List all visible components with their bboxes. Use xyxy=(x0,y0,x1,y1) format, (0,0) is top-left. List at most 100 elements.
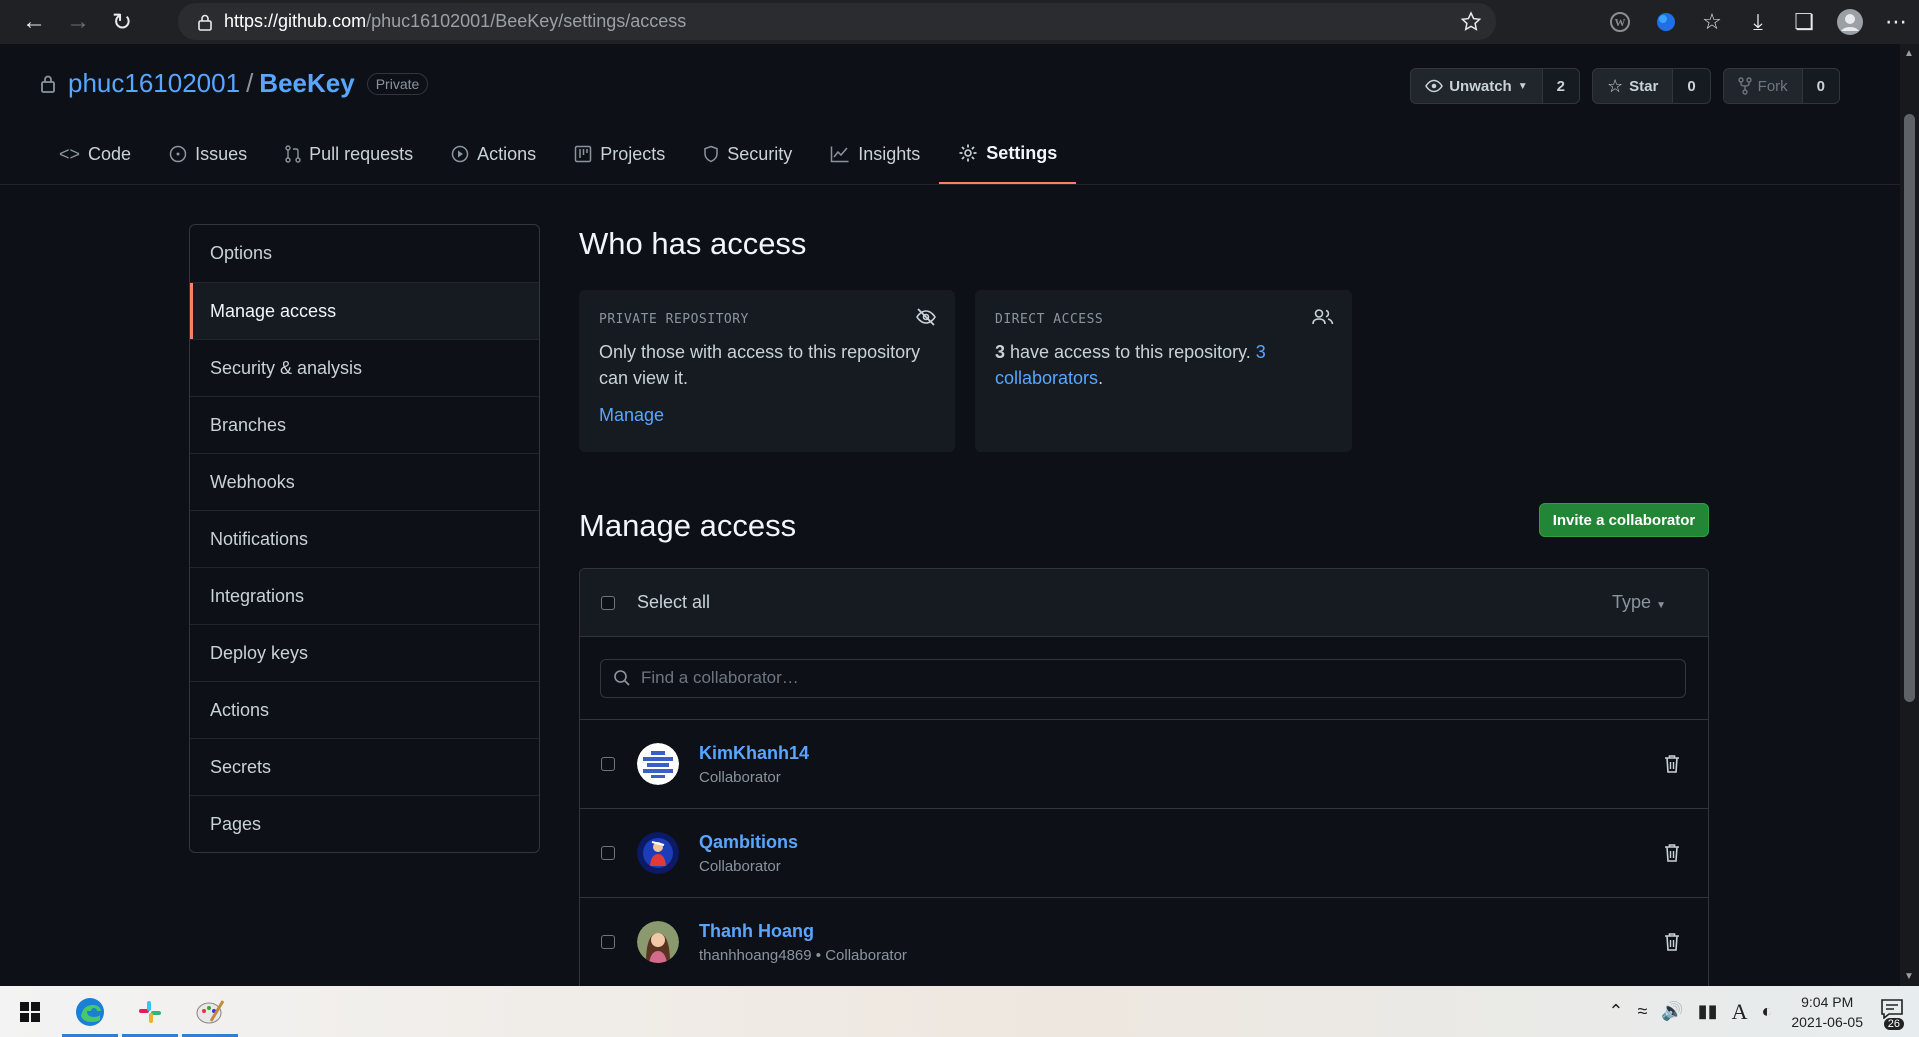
tab-security[interactable]: Security xyxy=(684,124,811,184)
scroll-thumb[interactable] xyxy=(1904,114,1915,702)
battery-icon[interactable]: ▮▮ xyxy=(1698,1001,1718,1022)
access-text: have access to this repository. xyxy=(1005,342,1256,362)
collaborator-role: thanhhoang4869 • Collaborator xyxy=(699,946,907,964)
downloads-icon[interactable]: ⤓ xyxy=(1735,0,1781,44)
repo-separator: / xyxy=(246,68,254,98)
watch-count[interactable]: 2 xyxy=(1541,69,1579,103)
collaborator-name-link[interactable]: KimKhanh14 xyxy=(699,743,809,764)
trash-icon[interactable] xyxy=(1664,843,1680,863)
star-count[interactable]: 0 xyxy=(1672,69,1710,103)
scroll-up-icon[interactable]: ▲ xyxy=(1904,48,1914,59)
invite-collaborator-button[interactable]: Invite a collaborator xyxy=(1539,503,1709,537)
card-label: DIRECT ACCESS xyxy=(995,312,1104,327)
star-label: Star xyxy=(1629,77,1659,95)
fork-button[interactable]: Fork xyxy=(1724,69,1802,103)
collections-icon[interactable]: ❏ xyxy=(1781,0,1827,44)
taskbar-paint[interactable] xyxy=(180,986,240,1037)
avatar[interactable] xyxy=(637,832,679,874)
manage-link[interactable]: Manage xyxy=(599,405,935,426)
search-icon xyxy=(614,670,630,686)
tab-insights[interactable]: Insights xyxy=(811,124,939,184)
repo-name-link[interactable]: BeeKey xyxy=(259,68,354,99)
notification-center-button[interactable]: 26 xyxy=(1881,999,1904,1030)
find-collaborator-input[interactable] xyxy=(639,667,1643,689)
wordpress-extension-icon[interactable]: W xyxy=(1597,0,1643,44)
find-collaborator-field[interactable] xyxy=(600,658,1686,698)
back-icon[interactable]: ← xyxy=(12,0,56,44)
sidebar-item-deploy-keys[interactable]: Deploy keys xyxy=(190,624,539,681)
collaborator-info: KimKhanh14 Collaborator xyxy=(699,743,809,786)
select-all-checkbox[interactable] xyxy=(601,595,615,610)
taskbar-slack[interactable] xyxy=(120,986,180,1037)
edge-icon xyxy=(76,997,104,1026)
add-favorite-icon[interactable] xyxy=(1460,11,1482,33)
sidebar-item-actions[interactable]: Actions xyxy=(190,681,539,738)
ime-indicator[interactable]: A xyxy=(1732,999,1748,1025)
forward-icon[interactable]: → xyxy=(56,0,100,44)
sidebar-item-notifications[interactable]: Notifications xyxy=(190,510,539,567)
page-scrollbar[interactable]: ▲ ▼ xyxy=(1900,44,1919,986)
fork-label: Fork xyxy=(1757,77,1788,95)
sidebar-item-webhooks[interactable]: Webhooks xyxy=(190,453,539,510)
address-bar[interactable]: https://github.com/phuc16102001/BeeKey/s… xyxy=(178,3,1496,40)
sidebar-item-secrets[interactable]: Secrets xyxy=(190,738,539,795)
chevron-up-icon[interactable]: ⌃ xyxy=(1608,1001,1623,1022)
sidebar-item-integrations[interactable]: Integrations xyxy=(190,567,539,624)
lock-icon xyxy=(41,75,55,93)
sidebar-item-security-analysis[interactable]: Security & analysis xyxy=(190,339,539,396)
tab-issues[interactable]: Issues xyxy=(150,124,266,184)
tab-label: Actions xyxy=(477,143,537,164)
profile-avatar[interactable] xyxy=(1827,0,1873,44)
sidebar-item-pages[interactable]: Pages xyxy=(190,795,539,852)
card-label: PRIVATE REPOSITORY xyxy=(599,312,749,327)
windows-icon xyxy=(20,1001,40,1022)
avatar[interactable] xyxy=(637,921,679,963)
collaborator-info: Thanh Hoang thanhhoang4869 • Collaborato… xyxy=(699,921,907,964)
collaborator-checkbox[interactable] xyxy=(601,757,615,771)
trash-icon[interactable] xyxy=(1664,932,1680,952)
who-has-access-heading: Who has access xyxy=(579,226,807,261)
manage-access-heading: Manage access xyxy=(579,508,797,543)
fork-button-group: Fork 0 xyxy=(1722,68,1840,104)
repo-owner-link[interactable]: phuc16102001 xyxy=(68,68,240,99)
globe-extension-icon[interactable] xyxy=(1643,0,1689,44)
code-icon: <> xyxy=(59,143,81,164)
unwatch-button[interactable]: Unwatch ▼ xyxy=(1411,69,1541,103)
tab-projects[interactable]: Projects xyxy=(555,124,684,184)
more-menu-icon[interactable]: ⋯ xyxy=(1873,0,1919,44)
sidebar-item-branches[interactable]: Branches xyxy=(190,396,539,453)
select-all-label[interactable]: Select all xyxy=(637,592,710,613)
taskbar-edge[interactable] xyxy=(60,986,120,1037)
collaborator-checkbox[interactable] xyxy=(601,935,615,949)
sidebar-item-options[interactable]: Options xyxy=(190,225,539,282)
tab-label: Code xyxy=(88,143,132,164)
night-mode-icon[interactable]: ◐ xyxy=(1762,1001,1773,1022)
collaborator-name-link[interactable]: Qambitions xyxy=(699,832,798,853)
tab-code[interactable]: <> Code xyxy=(40,124,150,184)
favorites-icon[interactable]: ☆ xyxy=(1689,0,1735,44)
repo-header: phuc16102001 / BeeKey Private Unwatch ▼ … xyxy=(0,44,1900,185)
wifi-icon[interactable]: ≈ xyxy=(1637,1001,1647,1022)
fork-count[interactable]: 0 xyxy=(1801,69,1839,103)
collaborator-info: Qambitions Collaborator xyxy=(699,832,798,875)
tab-actions[interactable]: Actions xyxy=(432,124,555,184)
trash-icon[interactable] xyxy=(1664,754,1680,774)
clock[interactable]: 9:04 PM 2021-06-05 xyxy=(1791,992,1863,1032)
collaborator-checkbox[interactable] xyxy=(601,846,615,860)
tab-pull-requests[interactable]: Pull requests xyxy=(266,124,432,184)
reload-icon[interactable]: ↻ xyxy=(100,0,144,44)
sidebar-item-manage-access[interactable]: Manage access xyxy=(190,282,539,339)
notification-count: 26 xyxy=(1883,1018,1904,1030)
type-filter-label: Type xyxy=(1612,592,1652,612)
collaborator-name-link[interactable]: Thanh Hoang xyxy=(699,921,907,942)
tab-settings[interactable]: Settings xyxy=(939,124,1077,184)
avatar[interactable] xyxy=(637,743,679,785)
scroll-down-icon[interactable]: ▼ xyxy=(1904,971,1914,982)
start-button[interactable] xyxy=(0,986,60,1037)
collaborator-row: Thanh Hoang thanhhoang4869 • Collaborato… xyxy=(580,898,1708,987)
volume-icon[interactable]: 🔊 xyxy=(1661,1001,1683,1022)
star-button[interactable]: ☆ Star xyxy=(1593,69,1672,103)
access-suffix: . xyxy=(1098,368,1104,388)
direct-access-description: 3 have access to this repository. 3 coll… xyxy=(995,339,1332,391)
type-filter-dropdown[interactable]: Type ▼ xyxy=(1612,592,1666,613)
